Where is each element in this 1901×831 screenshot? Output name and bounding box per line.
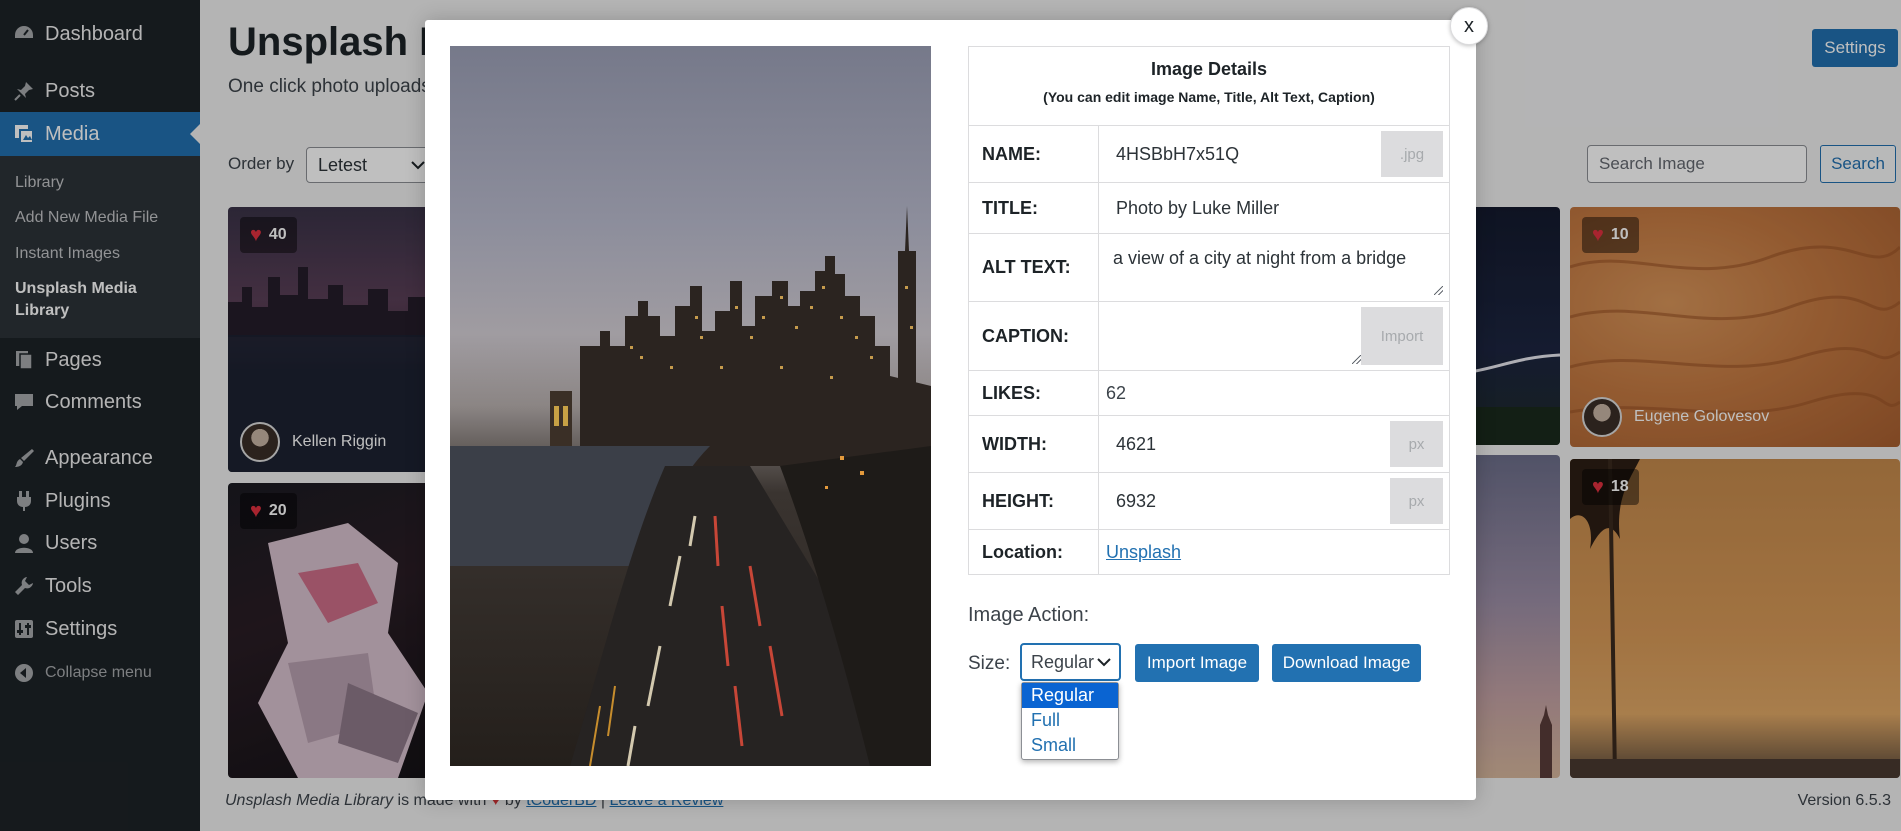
size-label: Size: xyxy=(968,653,1011,674)
px-suffix: px xyxy=(1390,421,1443,467)
size-select[interactable]: Regular xyxy=(1020,643,1121,681)
width-input[interactable]: 4621 xyxy=(1101,417,1391,471)
location-link[interactable]: Unsplash xyxy=(1106,542,1181,563)
chevron-down-icon xyxy=(1097,658,1111,667)
image-details-table: Image Details (You can edit image Name, … xyxy=(968,46,1450,575)
size-option-full[interactable]: Full xyxy=(1022,708,1118,733)
row-height: HEIGHT: 6932 px xyxy=(969,473,1449,530)
location-label: Location: xyxy=(969,530,1099,574)
extension-suffix: .jpg xyxy=(1381,131,1443,177)
preview-image xyxy=(450,46,931,766)
row-alt-text: ALT TEXT: a view of a city at night from… xyxy=(969,234,1449,302)
resize-handle-icon[interactable] xyxy=(1352,355,1361,364)
city-night-photo xyxy=(450,206,931,766)
caption-textarea[interactable] xyxy=(1101,303,1363,369)
row-width: WIDTH: 4621 px xyxy=(969,416,1449,473)
details-note: (You can edit image Name, Title, Alt Tex… xyxy=(1043,89,1375,105)
import-image-button[interactable]: Import Image xyxy=(1135,644,1259,682)
close-modal-button[interactable]: x xyxy=(1450,7,1488,45)
row-name: NAME: 4HSBbH7x51Q .jpg xyxy=(969,126,1449,183)
height-label: HEIGHT: xyxy=(969,473,1099,529)
likes-value: 62 xyxy=(1106,382,1127,403)
image-action-title: Image Action: xyxy=(968,604,1090,626)
size-option-regular[interactable]: Regular xyxy=(1022,683,1118,708)
caption-label: CAPTION: xyxy=(969,302,1099,370)
download-image-button[interactable]: Download Image xyxy=(1272,644,1421,682)
import-caption-button[interactable]: Import xyxy=(1361,307,1443,365)
alt-text-textarea[interactable]: a view of a city at night from a bridge xyxy=(1101,235,1448,300)
row-likes: LIKES: 62 xyxy=(969,371,1449,416)
row-title: TITLE: Photo by Luke Miller xyxy=(969,183,1449,234)
size-option-small[interactable]: Small xyxy=(1022,733,1118,758)
image-details-modal: Image Details (You can edit image Name, … xyxy=(425,20,1476,800)
details-title: Image Details xyxy=(1150,59,1268,79)
name-label: NAME: xyxy=(969,126,1099,182)
width-label: WIDTH: xyxy=(969,416,1099,472)
row-caption: CAPTION: Import xyxy=(969,302,1449,371)
likes-label: LIKES: xyxy=(969,371,1099,415)
size-value: Regular xyxy=(1031,651,1095,672)
title-input[interactable]: Photo by Luke Miller xyxy=(1101,184,1448,232)
details-header: Image Details (You can edit image Name, … xyxy=(969,47,1449,126)
px-suffix: px xyxy=(1390,478,1443,524)
size-dropdown: Regular Full Small xyxy=(1021,682,1119,760)
height-input[interactable]: 6932 xyxy=(1101,474,1391,528)
resize-handle-icon[interactable] xyxy=(1434,286,1443,295)
name-input[interactable]: 4HSBbH7x51Q xyxy=(1101,127,1383,181)
title-label: TITLE: xyxy=(969,183,1099,233)
row-location: Location: Unsplash xyxy=(969,530,1449,574)
alt-text-label: ALT TEXT: xyxy=(969,234,1099,301)
